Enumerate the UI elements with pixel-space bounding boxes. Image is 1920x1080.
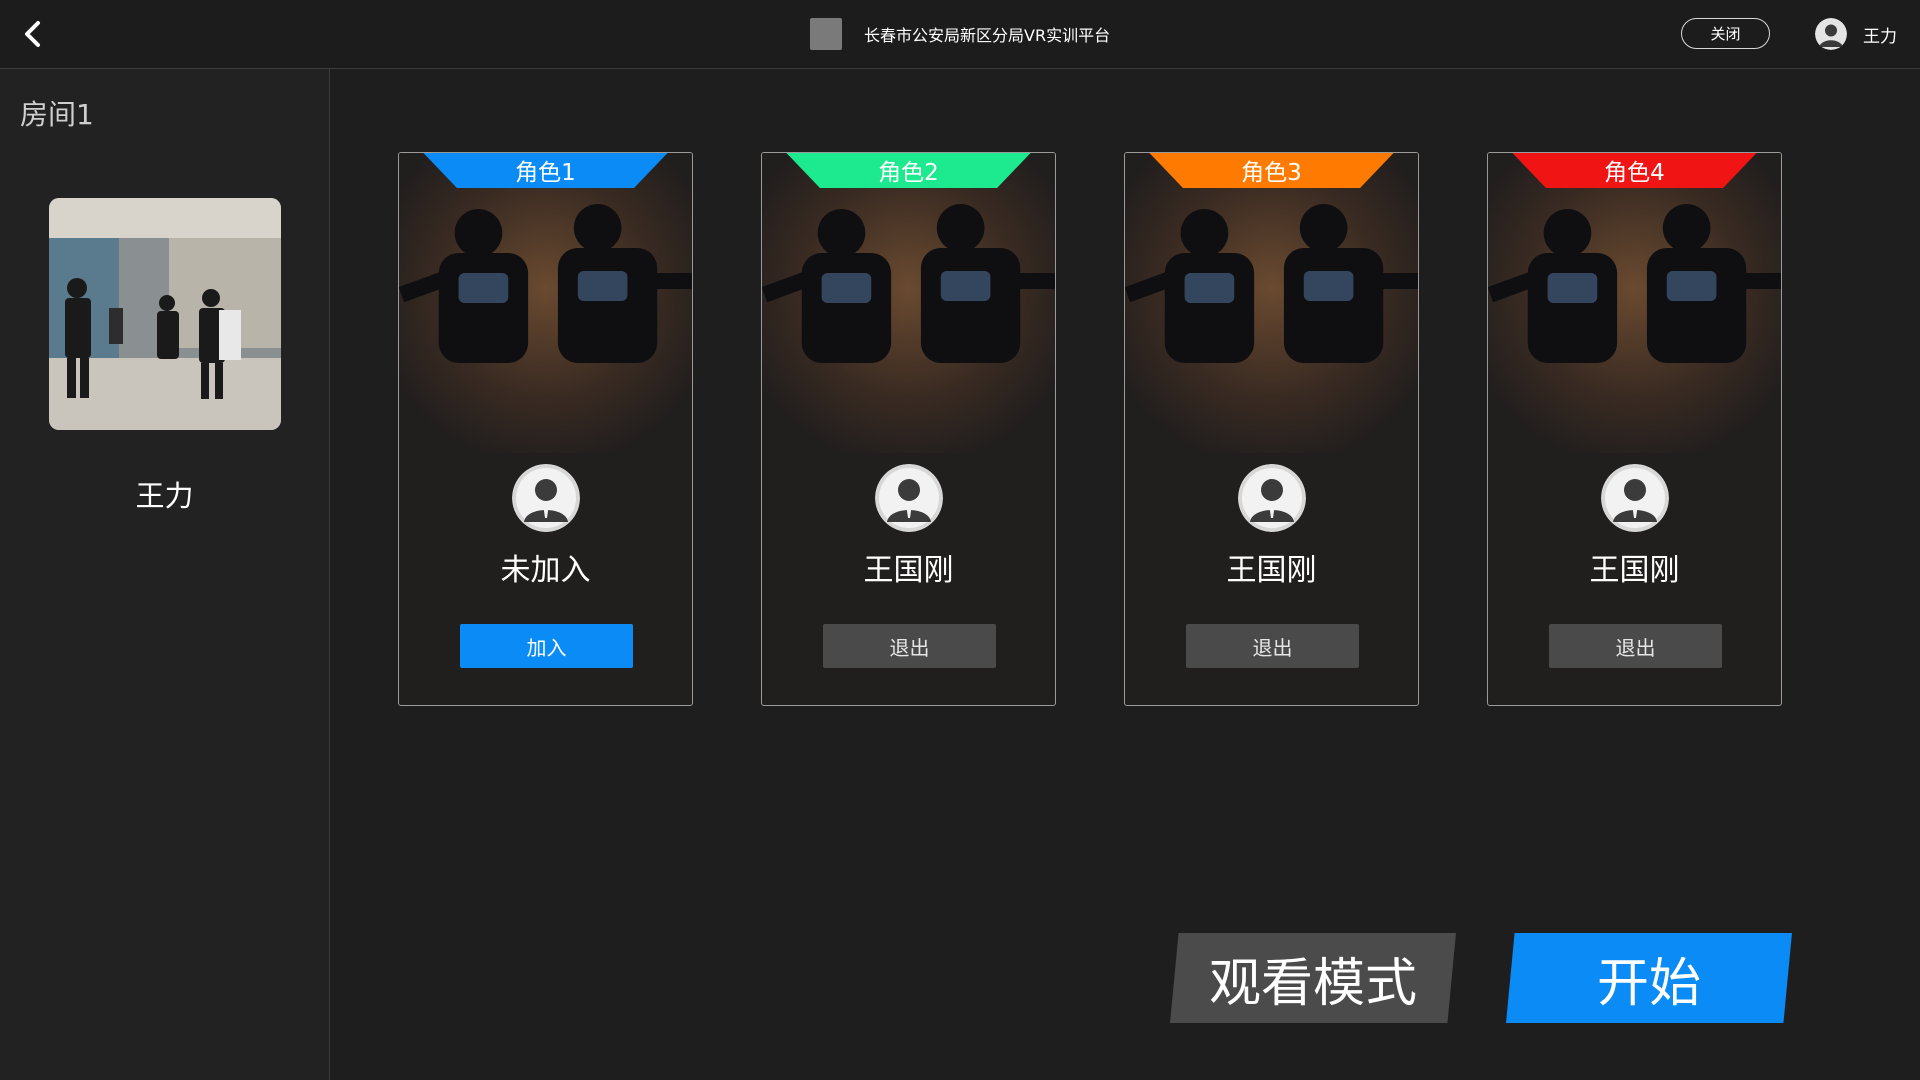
top-bar: 长春市公安局新区分局VR实训平台 关闭 王力: [0, 0, 1920, 69]
room-title: 房间1: [20, 98, 94, 131]
role-art: [1488, 153, 1781, 453]
role-tab: 角色3: [1148, 153, 1395, 188]
chevron-left-icon: [25, 21, 40, 47]
join-button[interactable]: 加入: [460, 624, 633, 668]
role-card-1: 角色1 未加入 加入: [398, 152, 693, 706]
app-header: 长春市公安局新区分局VR实训平台: [810, 18, 1110, 50]
role-tab: 角色4: [1511, 153, 1758, 188]
role-card-3: 角色3 王国刚 退出: [1124, 152, 1419, 706]
sidebar: 房间1 王力: [0, 69, 330, 1080]
app-title: 长春市公安局新区分局VR实训平台: [864, 26, 1111, 45]
role-art: [1125, 153, 1418, 453]
start-button[interactable]: 开始: [1506, 933, 1792, 1023]
user-name: 王力: [1863, 26, 1897, 47]
player-avatar-icon: [1600, 464, 1669, 532]
player-avatar-icon: [874, 464, 943, 532]
role-art: [399, 153, 692, 453]
role-card-4: 角色4 王国刚 退出: [1487, 152, 1782, 706]
exit-button[interactable]: 退出: [1186, 624, 1359, 668]
role-tab: 角色1: [422, 153, 669, 188]
player-avatar-icon: [511, 464, 580, 532]
room-photo: [49, 198, 281, 430]
sidebar-user-name: 王力: [135, 479, 194, 513]
player-avatar-icon: [1237, 464, 1306, 532]
player-name: 王国刚: [1226, 553, 1317, 588]
app-logo: [810, 18, 842, 50]
user-menu[interactable]: 王力: [1815, 18, 1897, 50]
player-name: 王国刚: [1589, 553, 1680, 588]
exit-button[interactable]: 退出: [1549, 624, 1722, 668]
back-button[interactable]: [14, 16, 50, 52]
player-name: 王国刚: [863, 553, 954, 588]
exit-button[interactable]: 退出: [823, 624, 996, 668]
role-tab: 角色2: [785, 153, 1032, 188]
player-name: 未加入: [500, 553, 591, 588]
watch-mode-button[interactable]: 观看模式: [1170, 933, 1456, 1023]
role-card-2: 角色2 王国刚 退出: [761, 152, 1056, 706]
close-button[interactable]: 关闭: [1681, 18, 1770, 49]
user-avatar-icon: [1815, 18, 1847, 50]
role-art: [762, 153, 1055, 453]
